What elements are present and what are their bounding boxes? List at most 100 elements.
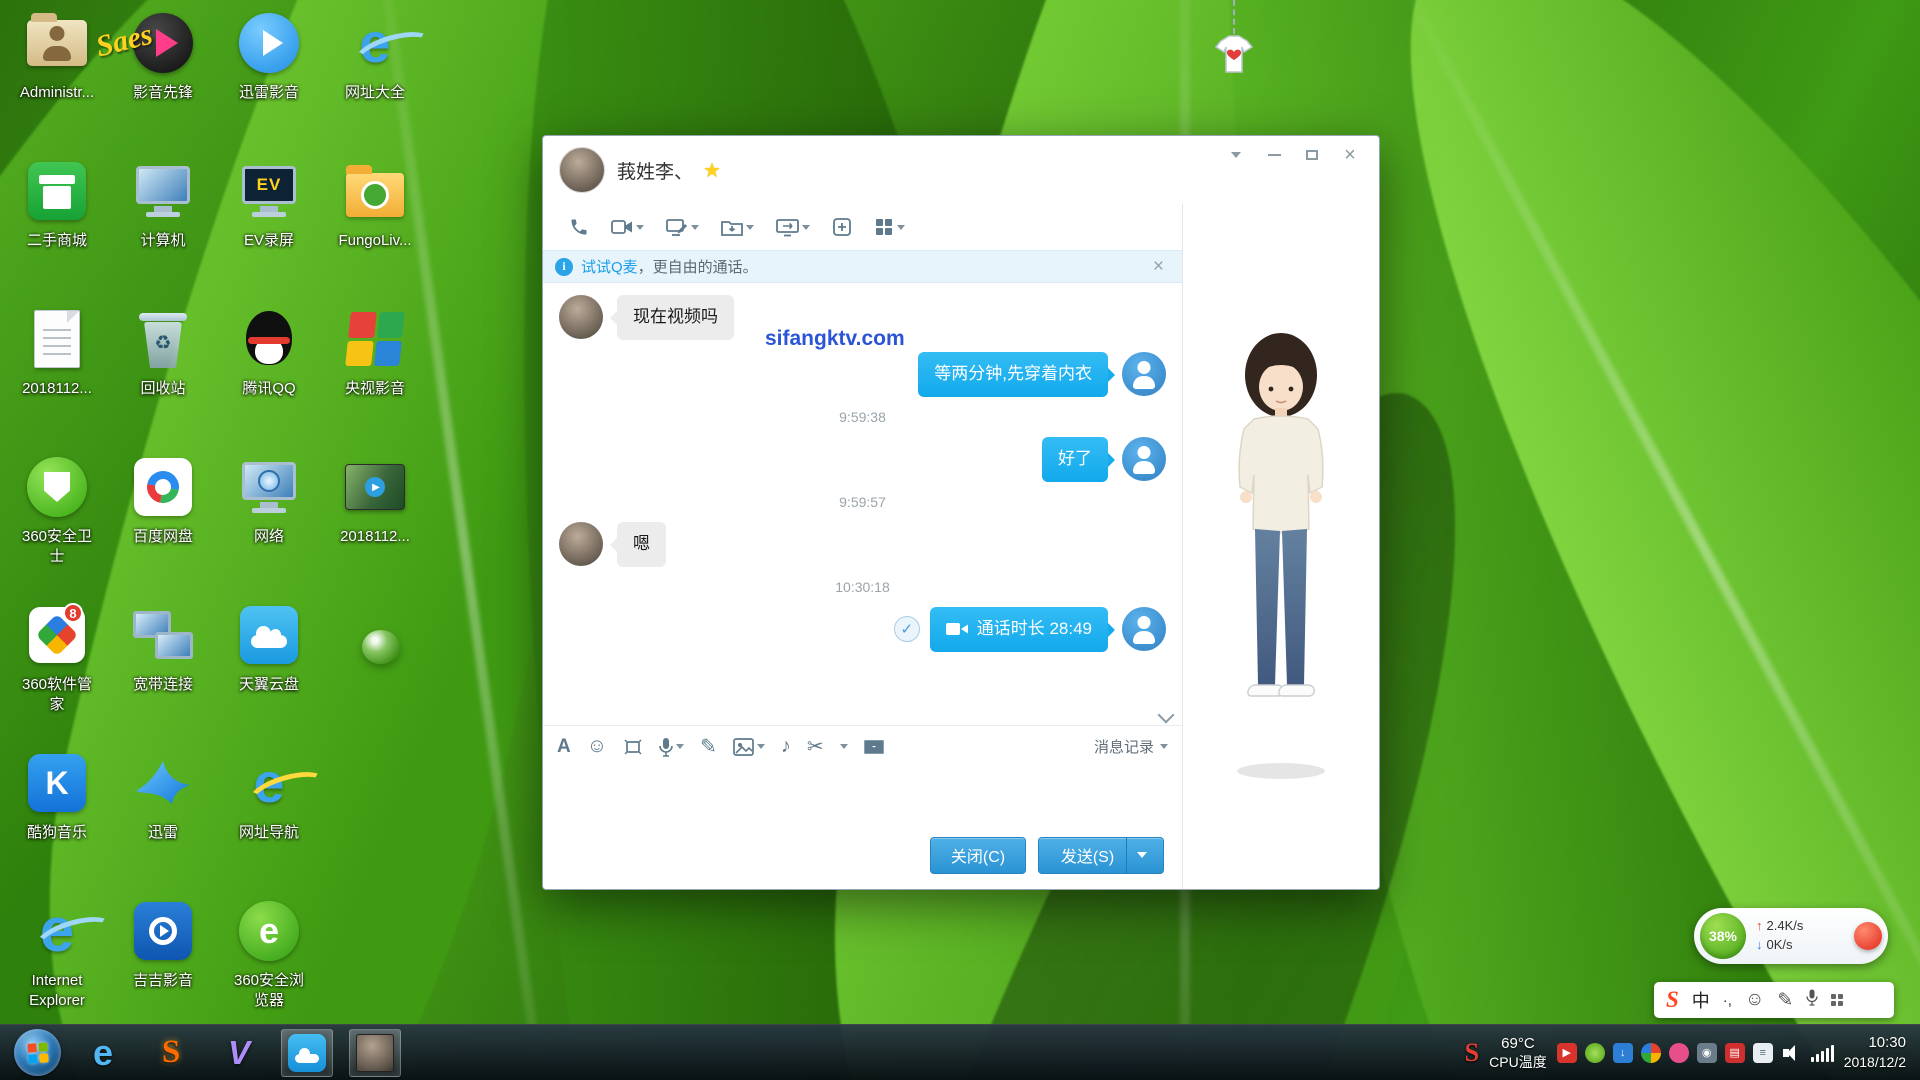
voice-call-button[interactable] <box>563 213 595 241</box>
desktop-icon-xunlei[interactable]: 迅雷 <box>112 746 214 894</box>
qmic-link[interactable]: 试试Q麦 <box>581 256 638 277</box>
banner-close-icon[interactable]: × <box>1147 256 1170 278</box>
desktop-icon-administrator[interactable]: Administr... <box>6 6 108 154</box>
message-history-button[interactable]: 消息记录 <box>1094 736 1168 757</box>
tray-icon-colorwheel[interactable] <box>1641 1043 1661 1063</box>
ime-language-toggle[interactable]: 中 <box>1692 987 1710 1013</box>
ime-handwriting-button[interactable]: ✎ <box>1777 989 1793 1012</box>
screen-share-button[interactable] <box>770 214 816 241</box>
contact-avatar[interactable] <box>559 147 605 193</box>
send-options-caret[interactable] <box>1137 852 1147 858</box>
desktop-icon-jiji-yingyin[interactable]: 吉吉影音 <box>112 894 214 1042</box>
screenshot-monitor-button[interactable] <box>660 214 705 241</box>
tray-icon-player[interactable]: ▶ <box>1557 1043 1577 1063</box>
desktop-icon-baidu-netdisk[interactable]: 百度网盘 <box>112 450 214 598</box>
taskbar-clock[interactable]: 10:30 2018/12/2 <box>1844 1033 1906 1072</box>
voice-message-button[interactable] <box>659 737 684 757</box>
app-panel-button[interactable] <box>868 213 911 241</box>
sogou-ime-tray-icon[interactable]: S <box>1465 1038 1479 1068</box>
contact-avatar[interactable] <box>559 522 603 566</box>
launch-group-button[interactable] <box>826 213 858 241</box>
desktop-icon-broadband-connection[interactable]: 宽带连接 <box>112 598 214 746</box>
desktop-icon-xunlei-yingyin[interactable]: 迅雷影音 <box>218 6 320 154</box>
ime-mic-button[interactable] <box>1806 989 1818 1011</box>
desktop-icon-tianyi-cloud[interactable]: 天翼云盘 <box>218 598 320 746</box>
taskbar-v-player[interactable]: V <box>213 1029 265 1077</box>
emoji-button[interactable] <box>587 735 607 758</box>
tray-icon-pink[interactable] <box>1669 1043 1689 1063</box>
taskbar-tianyi-cloud[interactable] <box>281 1029 333 1077</box>
taskbar-sogou-browser[interactable]: S <box>145 1029 197 1077</box>
desktop-icon-network[interactable]: 网络 <box>218 450 320 598</box>
font-button[interactable] <box>557 736 571 758</box>
send-button[interactable]: 发送(S) <box>1038 837 1164 874</box>
desktop-icon-360-browser[interactable]: e 360安全浏览器 <box>218 894 320 1042</box>
self-avatar[interactable] <box>1122 437 1166 481</box>
qq-show-shirt-charm[interactable] <box>1206 0 1262 81</box>
desktop-icon-computer[interactable]: 计算机 <box>112 154 214 302</box>
memory-percent-ball[interactable]: 38% <box>1700 913 1746 959</box>
desktop-icon-video-file[interactable]: 2018112... <box>324 450 426 598</box>
tray-icon-360[interactable] <box>1585 1043 1605 1063</box>
self-avatar[interactable] <box>1122 607 1166 651</box>
call-duration-bubble[interactable]: 通话时长 28:49 <box>930 607 1108 652</box>
desktop-icon-recycle-bin[interactable]: 回收站 <box>112 302 214 450</box>
desktop-icon-yingyin-xianfeng[interactable]: Saes 影音先锋 <box>112 6 214 154</box>
desktop-icon-ev-luping[interactable]: EV EV录屏 <box>218 154 320 302</box>
ime-toolbox-button[interactable] <box>1831 994 1843 1006</box>
share-options-caret[interactable] <box>802 225 810 230</box>
self-avatar[interactable] <box>1122 352 1166 396</box>
handwriting-button[interactable] <box>700 734 717 759</box>
taskbar-photo-viewer[interactable] <box>349 1029 401 1077</box>
contact-avatar[interactable] <box>559 295 603 339</box>
network-signal-icon[interactable] <box>1811 1044 1834 1062</box>
image-caret[interactable] <box>757 744 765 749</box>
desktop-icon-tencent-qq[interactable]: 腾讯QQ <box>218 302 320 450</box>
tray-icon-camera[interactable]: ◉ <box>1697 1043 1717 1063</box>
sogou-logo-icon[interactable]: S <box>1666 987 1679 1013</box>
video-options-caret[interactable] <box>636 225 644 230</box>
tray-icon-redbag[interactable]: ▤ <box>1725 1043 1745 1063</box>
close-window-button[interactable]: × <box>1331 142 1369 168</box>
send-file-button[interactable] <box>715 214 760 241</box>
maximize-button[interactable] <box>1293 142 1331 168</box>
screenshot-options-caret[interactable] <box>691 225 699 230</box>
chat-history[interactable]: sifangktv.com 现在视频吗 等两分钟,先穿着内衣 9:59:38 好… <box>543 283 1182 725</box>
message-input[interactable] <box>543 767 1182 831</box>
apps-caret[interactable] <box>897 225 905 230</box>
close-chat-button[interactable]: 关闭(C) <box>930 837 1026 874</box>
desktop-icon-ershou-shangcheng[interactable]: 二手商城 <box>6 154 108 302</box>
screenshot-scissors-button[interactable] <box>807 734 824 759</box>
desktop-icon-wangzhi-daohang[interactable]: e 网址导航 <box>218 746 320 894</box>
video-call-button[interactable] <box>605 214 650 240</box>
message-box-button[interactable] <box>864 738 884 756</box>
desktop-icon-cctv-yingyin[interactable]: 央视影音 <box>324 302 426 450</box>
volume-icon[interactable] <box>1781 1043 1803 1063</box>
music-button[interactable] <box>781 735 791 758</box>
ime-punctuation-toggle[interactable]: ·, <box>1723 992 1732 1009</box>
window-shake-button[interactable] <box>623 738 643 756</box>
minimize-button[interactable] <box>1255 142 1293 168</box>
voice-caret[interactable] <box>676 744 684 749</box>
desktop-icon-fungoliv[interactable]: FungoLiv... <box>324 154 426 302</box>
red-packet-icon[interactable] <box>1854 922 1882 950</box>
desktop-icon-internet-explorer[interactable]: e Internet Explorer <box>6 894 108 1042</box>
start-button[interactable] <box>14 1029 61 1076</box>
image-button[interactable] <box>733 738 765 756</box>
tray-icon-clipboard[interactable]: ≡ <box>1753 1043 1773 1063</box>
ime-emoji-button[interactable]: ☺ <box>1745 989 1764 1011</box>
scissors-caret[interactable] <box>840 744 848 749</box>
window-menu-button[interactable] <box>1217 142 1255 168</box>
qq-show-panel[interactable] <box>1183 204 1379 889</box>
desktop-icon-wangzhi-daquan[interactable]: e 网址大全 <box>324 6 426 154</box>
file-options-caret[interactable] <box>746 225 754 230</box>
desktop-icon-360-safeguard[interactable]: 360安全卫士 <box>6 450 108 598</box>
tray-icon-xunlei[interactable]: ↓ <box>1613 1043 1633 1063</box>
taskbar-internet-explorer[interactable]: e <box>77 1029 129 1077</box>
scroll-down-icon[interactable] <box>1158 707 1175 724</box>
desktop-icon-360-software-manager[interactable]: 8 360软件管家 <box>6 598 108 746</box>
360-traffic-ball[interactable]: 38% ↑2.4K/s ↓0K/s <box>1694 908 1888 964</box>
window-titlebar[interactable]: 莪姓李、 ★ × <box>543 136 1379 204</box>
desktop-icon-kugou-music[interactable]: K 酷狗音乐 <box>6 746 108 894</box>
desktop-icon-document[interactable]: 2018112... <box>6 302 108 450</box>
